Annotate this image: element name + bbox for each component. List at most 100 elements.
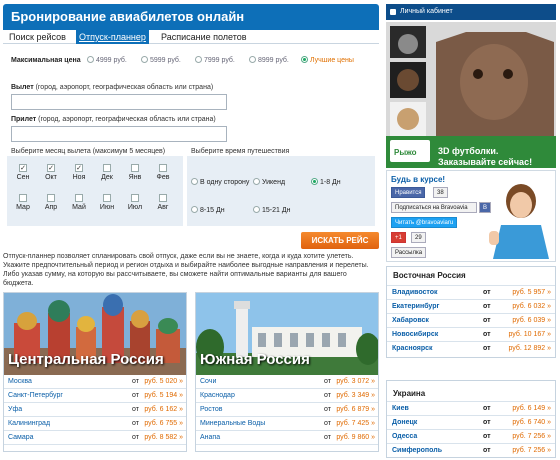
city-link[interactable]: Санкт-Петербург [8,389,63,403]
price-row[interactable]: Сочи от руб. 3 072 » [196,375,378,389]
price-link[interactable]: руб. 3 072 » [336,375,375,389]
price-link[interactable]: руб. 6 162 » [144,403,183,417]
city-link[interactable]: Сочи [200,375,216,389]
city-link[interactable]: Калининград [8,417,50,431]
price-link[interactable]: руб. 8 582 » [144,431,183,445]
tab-vacation-planner[interactable]: Отпуск-планнер [76,30,149,44]
price-row[interactable]: Уфа от руб. 6 162 » [4,403,186,417]
price-option-label: 5999 руб. [150,57,181,64]
price-option[interactable]: 4999 руб. [87,55,127,67]
price-row[interactable]: Москва от руб. 5 020 » [4,375,186,389]
price-link[interactable]: руб. 7 425 » [336,417,375,431]
month-checkbox[interactable]: Дек [97,164,117,181]
city-link[interactable]: Новосибирск [392,328,438,342]
dest-row[interactable]: Красноярск от руб. 12 892 » [387,341,555,355]
tshirt-ad-banner[interactable]: Рыжо 3D футболки. Заказывайте сейчас! [386,22,556,168]
price-link[interactable]: руб. 10 167 » [508,328,551,342]
month-checkbox[interactable]: ✓ Ноя [69,164,89,181]
price-link[interactable]: руб. 5 194 » [144,389,183,403]
gplus-button[interactable]: +1 [391,232,406,243]
dest-row[interactable]: Владивосток от руб. 5 957 » [387,285,555,299]
price-link[interactable]: руб. 5 020 » [144,375,183,389]
price-row[interactable]: Ростов от руб. 6 879 » [196,403,378,417]
mailing-button[interactable]: Рассылка [391,247,427,258]
from-label: от [324,378,331,385]
tab-flight-schedule[interactable]: Расписание полетов [161,30,247,44]
price-option[interactable]: 5999 руб. [141,55,181,67]
dest-row[interactable]: Новосибирск от руб. 10 167 » [387,327,555,341]
month-checkbox[interactable]: Мар [13,194,33,211]
search-flight-button[interactable]: ИСКАТЬ РЕЙС [301,232,379,249]
city-link[interactable]: Анапа [200,431,220,445]
price-link[interactable]: руб. 6 879 » [336,403,375,417]
price-option-best[interactable]: Лучшие цены [301,55,354,67]
departure-input[interactable] [11,94,227,110]
price-link[interactable]: руб. 12 892 » [508,342,551,356]
month-checkbox[interactable]: ✓ Сен [13,164,33,181]
tab-flight-search[interactable]: Поиск рейсов [9,30,66,44]
month-checkbox[interactable]: Фев [153,164,173,181]
city-link[interactable]: Донецк [392,416,417,430]
price-link[interactable]: руб. 6 740 » [512,416,551,430]
month-checkbox[interactable]: Июн [97,194,117,211]
dest-row[interactable]: Киев от руб. 6 149 » [387,401,555,415]
planner-description: Отпуск-планнер позволяет спланировать св… [3,253,369,287]
price-row[interactable]: Санкт-Петербург от руб. 5 194 » [4,389,186,403]
price-link[interactable]: руб. 6 755 » [144,417,183,431]
trip-option-oneway[interactable]: В одну сторону [191,178,249,186]
price-row[interactable]: Минеральные Воды от руб. 7 425 » [196,417,378,431]
month-checkbox[interactable]: Май [69,194,89,211]
twitter-follow-button[interactable]: Читать @bravoaviaru [391,217,458,228]
city-link[interactable]: Екатеринбург [392,300,439,314]
subscribe-button[interactable]: Подписаться на Bravoavia [391,202,477,213]
city-link[interactable]: Уфа [8,403,22,417]
price-option[interactable]: 7999 руб. [195,55,235,67]
dest-row[interactable]: Донецк от руб. 6 740 » [387,415,555,429]
from-label: от [132,392,139,399]
price-row[interactable]: Калининград от руб. 6 755 » [4,417,186,431]
personal-cabinet-link[interactable]: Личный кабинет [386,4,556,20]
month-checkbox[interactable]: Июл [125,194,145,211]
price-link[interactable]: руб. 7 256 » [512,444,551,458]
price-link[interactable]: руб. 6 039 » [512,314,551,328]
price-link[interactable]: руб. 6 149 » [512,402,551,416]
trip-option-8-15[interactable]: 8-15 Дн [191,206,225,214]
facebook-like-button[interactable]: Нравится [391,187,426,198]
month-checkbox[interactable]: Янв [125,164,145,181]
city-link[interactable]: Владивосток [392,286,438,300]
dest-row[interactable]: Симферополь от руб. 7 256 » [387,443,555,457]
city-link[interactable]: Краснодар [200,389,235,403]
from-label: от [132,378,139,385]
city-link[interactable]: Минеральные Воды [200,417,265,431]
city-link[interactable]: Ростов [200,403,223,417]
price-link[interactable]: руб. 7 256 » [512,430,551,444]
city-link[interactable]: Одесса [392,430,417,444]
dest-row[interactable]: Хабаровск от руб. 6 039 » [387,313,555,327]
dest-row[interactable]: Одесса от руб. 7 256 » [387,429,555,443]
city-link[interactable]: Москва [8,375,32,389]
price-row[interactable]: Самара от руб. 8 582 » [4,431,186,445]
price-link[interactable]: руб. 5 957 » [512,286,551,300]
city-link[interactable]: Симферополь [392,444,442,458]
price-link[interactable]: руб. 6 032 » [512,300,551,314]
month-checkbox[interactable]: Авг [153,194,173,211]
city-link[interactable]: Красноярск [392,342,433,356]
region-price-list: Москва от руб. 5 020 » Санкт-Петербург от ру… [4,375,186,445]
arrival-input[interactable] [11,126,227,142]
price-option[interactable]: 8999 руб. [249,55,289,67]
price-row[interactable]: Краснодар от руб. 3 349 » [196,389,378,403]
city-link[interactable]: Самара [8,431,34,445]
social-title: Будь в курсе! [391,175,446,184]
trip-option-15-21[interactable]: 15-21 Дн [253,206,290,214]
month-checkbox[interactable]: ✓ Окт [41,164,61,181]
city-link[interactable]: Киев [392,402,409,416]
price-link[interactable]: руб. 9 860 » [336,431,375,445]
price-row[interactable]: Анапа от руб. 9 860 » [196,431,378,445]
trip-option-weekend[interactable]: Уикенд [253,178,285,186]
city-link[interactable]: Хабаровск [392,314,429,328]
price-link[interactable]: руб. 3 349 » [336,389,375,403]
dest-row[interactable]: Екатеринбург от руб. 6 032 » [387,299,555,313]
month-checkbox[interactable]: Апр [41,194,61,211]
month-label: Мар [16,204,30,211]
trip-option-1-8[interactable]: 1-8 Дн [311,178,341,186]
